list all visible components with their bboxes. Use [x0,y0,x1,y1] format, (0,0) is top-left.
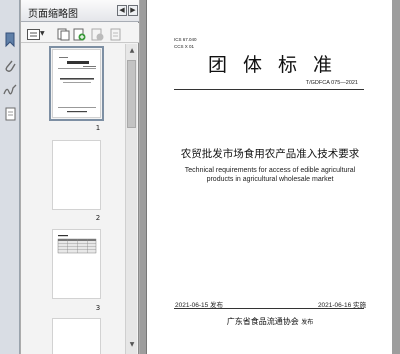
ics-code: ICS 67.040 [174,37,197,42]
bookmark-icon[interactable] [3,32,17,48]
navigation-rail [0,0,20,354]
document-title-en-line1: Technical requirements for access of edi… [184,167,356,174]
panel-title: 页面缩略图 [28,9,78,20]
page-number-label: 1 [95,124,101,132]
publisher-name: 广东省食品流通协会 [226,317,299,326]
scroll-down-icon[interactable]: ▼ [127,340,137,350]
divider [174,89,364,90]
collapse-left-button[interactable]: ◀ [117,5,127,16]
thumbnail-toolbar: ▼ [21,23,139,43]
attachment-icon[interactable] [3,58,17,74]
document-title-en-line2: products in agricultural wholesale marke… [206,176,334,183]
delete-pages-icon[interactable] [91,26,104,41]
document-page: ICS 67.040 CCS X 01 团体标准 T/GDFCA 075—202… [146,0,392,354]
pages-icon[interactable] [3,106,17,122]
publisher-suffix: 发布 [301,319,314,326]
insert-pages-icon[interactable] [73,26,86,41]
ccs-code: CCS X 01 [174,44,195,49]
page-thumbnail-2[interactable] [52,140,101,210]
publisher-line: 广东省食品流通协会 发布 [147,316,393,327]
page-number-label: 2 [95,214,101,222]
page-thumbnail-1[interactable] [49,46,104,121]
copy-pages-icon[interactable] [57,26,70,41]
collapse-right-button[interactable]: ▶ [128,5,138,16]
signature-icon[interactable] [3,82,17,98]
document-title-cn: 农贸批发市场食用农产品准入技术要求 [180,148,360,160]
page-number-label: 3 [95,304,101,312]
options-icon[interactable]: ▼ [27,26,45,40]
standard-number: T/GDFCA 075—2021 [305,80,358,86]
divider [174,308,364,309]
page-thumbnail-4[interactable] [52,318,101,354]
scroll-up-icon[interactable]: ▲ [127,46,137,56]
page-thumbnail-3[interactable] [52,229,101,299]
standard-type-title: 团体标准 [207,54,348,76]
thumbnail-scrollbar[interactable]: ▲ ▼ [125,44,137,354]
print-pages-icon[interactable] [109,26,122,41]
scrollbar-thumb[interactable] [127,60,136,128]
panel-header: 页面缩略图 ◀ ▶ [21,0,139,22]
thumbnail-panel: 页面缩略图 ◀ ▶ ▼ 1 2 3 ▲ ▼ [21,0,139,354]
